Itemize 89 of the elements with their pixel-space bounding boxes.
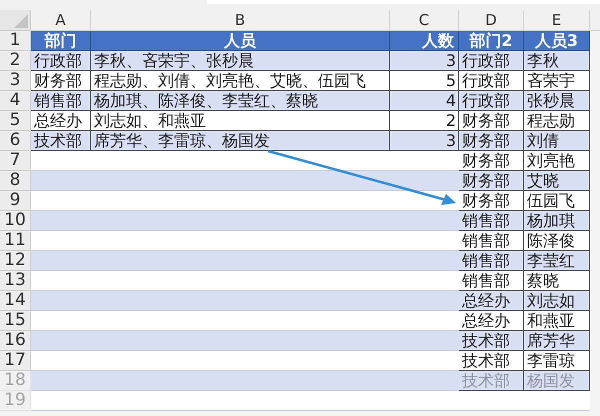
column-header[interactable]: C (390, 10, 459, 31)
row-header[interactable]: 17 (0, 351, 31, 371)
table-cell[interactable]: 刘亮艳 (524, 151, 590, 171)
table-cell[interactable]: 陈泽俊 (524, 231, 590, 251)
row-header[interactable]: 1 (0, 31, 31, 51)
table-cell[interactable] (31, 291, 91, 311)
table-cell[interactable]: 李雷琼 (524, 351, 590, 371)
table-cell[interactable]: 4 (390, 91, 459, 111)
column-header[interactable]: D (459, 10, 524, 31)
table-cell[interactable] (31, 371, 91, 391)
table-cell[interactable]: 杨加琪、陈泽俊、李莹红、蔡晓 (91, 91, 390, 111)
row-header[interactable]: 4 (0, 91, 31, 111)
table-cell[interactable]: 行政部 (459, 91, 524, 111)
row-header[interactable]: 2 (0, 51, 31, 71)
table-cell[interactable]: 部门 (31, 31, 91, 51)
table-cell[interactable] (31, 271, 91, 291)
table-cell[interactable]: 财务部 (459, 111, 524, 131)
row-header[interactable]: 16 (0, 331, 31, 351)
table-cell[interactable]: 人员3 (524, 31, 590, 51)
table-cell[interactable]: 技术部 (459, 351, 524, 371)
row-header[interactable]: 3 (0, 71, 31, 91)
table-cell[interactable]: 蔡晓 (524, 271, 590, 291)
table-cell[interactable] (31, 231, 91, 251)
row-header[interactable]: 6 (0, 131, 31, 151)
table-cell[interactable]: 财务部 (459, 171, 524, 191)
table-cell[interactable]: 杨加琪 (524, 211, 590, 231)
table-cell[interactable]: 财务部 (31, 71, 91, 91)
table-cell[interactable]: 销售部 (31, 91, 91, 111)
table-cell[interactable]: 总经办 (459, 311, 524, 331)
row-header[interactable]: 10 (0, 211, 31, 231)
table-cell[interactable] (31, 351, 91, 371)
table-cell[interactable]: 2 (390, 111, 459, 131)
table-cell[interactable]: 财务部 (459, 191, 524, 211)
table-cell[interactable]: 人数 (390, 31, 459, 51)
table-cell[interactable]: 艾晓 (524, 171, 590, 191)
row-header[interactable]: 12 (0, 251, 31, 271)
table-cell[interactable]: 技术部 (459, 331, 524, 351)
table-cell[interactable]: 技术部 (31, 131, 91, 151)
table-cell[interactable]: 刘志如、和燕亚 (91, 111, 390, 131)
table-cell[interactable]: 行政部 (459, 51, 524, 71)
table-cell[interactable]: 李秋、吝荣宇、张秒晨 (91, 51, 390, 71)
table-cell[interactable] (524, 391, 590, 411)
table-cell[interactable] (31, 151, 91, 171)
row-header[interactable]: 7 (0, 151, 31, 171)
table-cell[interactable]: 销售部 (459, 271, 524, 291)
table-cell[interactable] (31, 391, 91, 411)
row-header[interactable]: 13 (0, 271, 31, 291)
row-header[interactable]: 15 (0, 311, 31, 331)
table-cell[interactable] (31, 311, 91, 331)
table-cell[interactable]: 5 (390, 71, 459, 91)
table-cell[interactable]: 李莹红 (524, 251, 590, 271)
table-cell[interactable]: 席芳华 (524, 331, 590, 351)
table-cell[interactable] (31, 171, 91, 191)
table-cell[interactable]: 伍园飞 (524, 191, 590, 211)
table-cell[interactable] (31, 211, 91, 231)
row-header[interactable]: 8 (0, 171, 31, 191)
table-cell[interactable]: 人员 (91, 31, 390, 51)
table-cell[interactable]: 财务部 (459, 151, 524, 171)
column-header[interactable]: E (524, 10, 590, 31)
table-cell[interactable]: 财务部 (459, 131, 524, 151)
table-cell[interactable]: 行政部 (459, 71, 524, 91)
table-cell[interactable]: 和燕亚 (524, 311, 590, 331)
table-cell[interactable]: 吝荣宇 (524, 71, 590, 91)
table-cell[interactable]: 销售部 (459, 211, 524, 231)
table-cell[interactable]: 3 (390, 51, 459, 71)
table-cell[interactable]: 程志勋 (524, 111, 590, 131)
row-header[interactable]: 11 (0, 231, 31, 251)
table-cell[interactable]: 张秒晨 (524, 91, 590, 111)
table-cell[interactable]: 部门2 (459, 31, 524, 51)
select-all-icon[interactable] (14, 14, 28, 28)
table-cell[interactable]: 3 (390, 131, 459, 151)
column-header[interactable]: A (31, 10, 91, 31)
table-cell[interactable] (31, 191, 91, 211)
column-header[interactable]: B (91, 10, 390, 31)
table-cell[interactable]: 刘倩 (524, 131, 590, 151)
table-cell[interactable]: 总经办 (31, 111, 91, 131)
table-cell[interactable]: 行政部 (31, 51, 91, 71)
table-cell[interactable] (31, 331, 91, 351)
table-cell[interactable]: 李秋 (524, 51, 590, 71)
table-cell[interactable] (31, 251, 91, 271)
table-cell[interactable]: 销售部 (459, 231, 524, 251)
row-header[interactable]: 9 (0, 191, 31, 211)
table-cell[interactable]: 销售部 (459, 251, 524, 271)
row-header[interactable]: 5 (0, 111, 31, 131)
table-cell[interactable]: 程志勋、刘倩、刘亮艳、艾晓、伍园飞 (91, 71, 390, 91)
table-cell[interactable]: 总经办 (459, 291, 524, 311)
table-cell[interactable]: 席芳华、李雷琼、杨国发 (91, 131, 390, 151)
row-header[interactable]: 14 (0, 291, 31, 311)
table-cell[interactable]: 刘志如 (524, 291, 590, 311)
